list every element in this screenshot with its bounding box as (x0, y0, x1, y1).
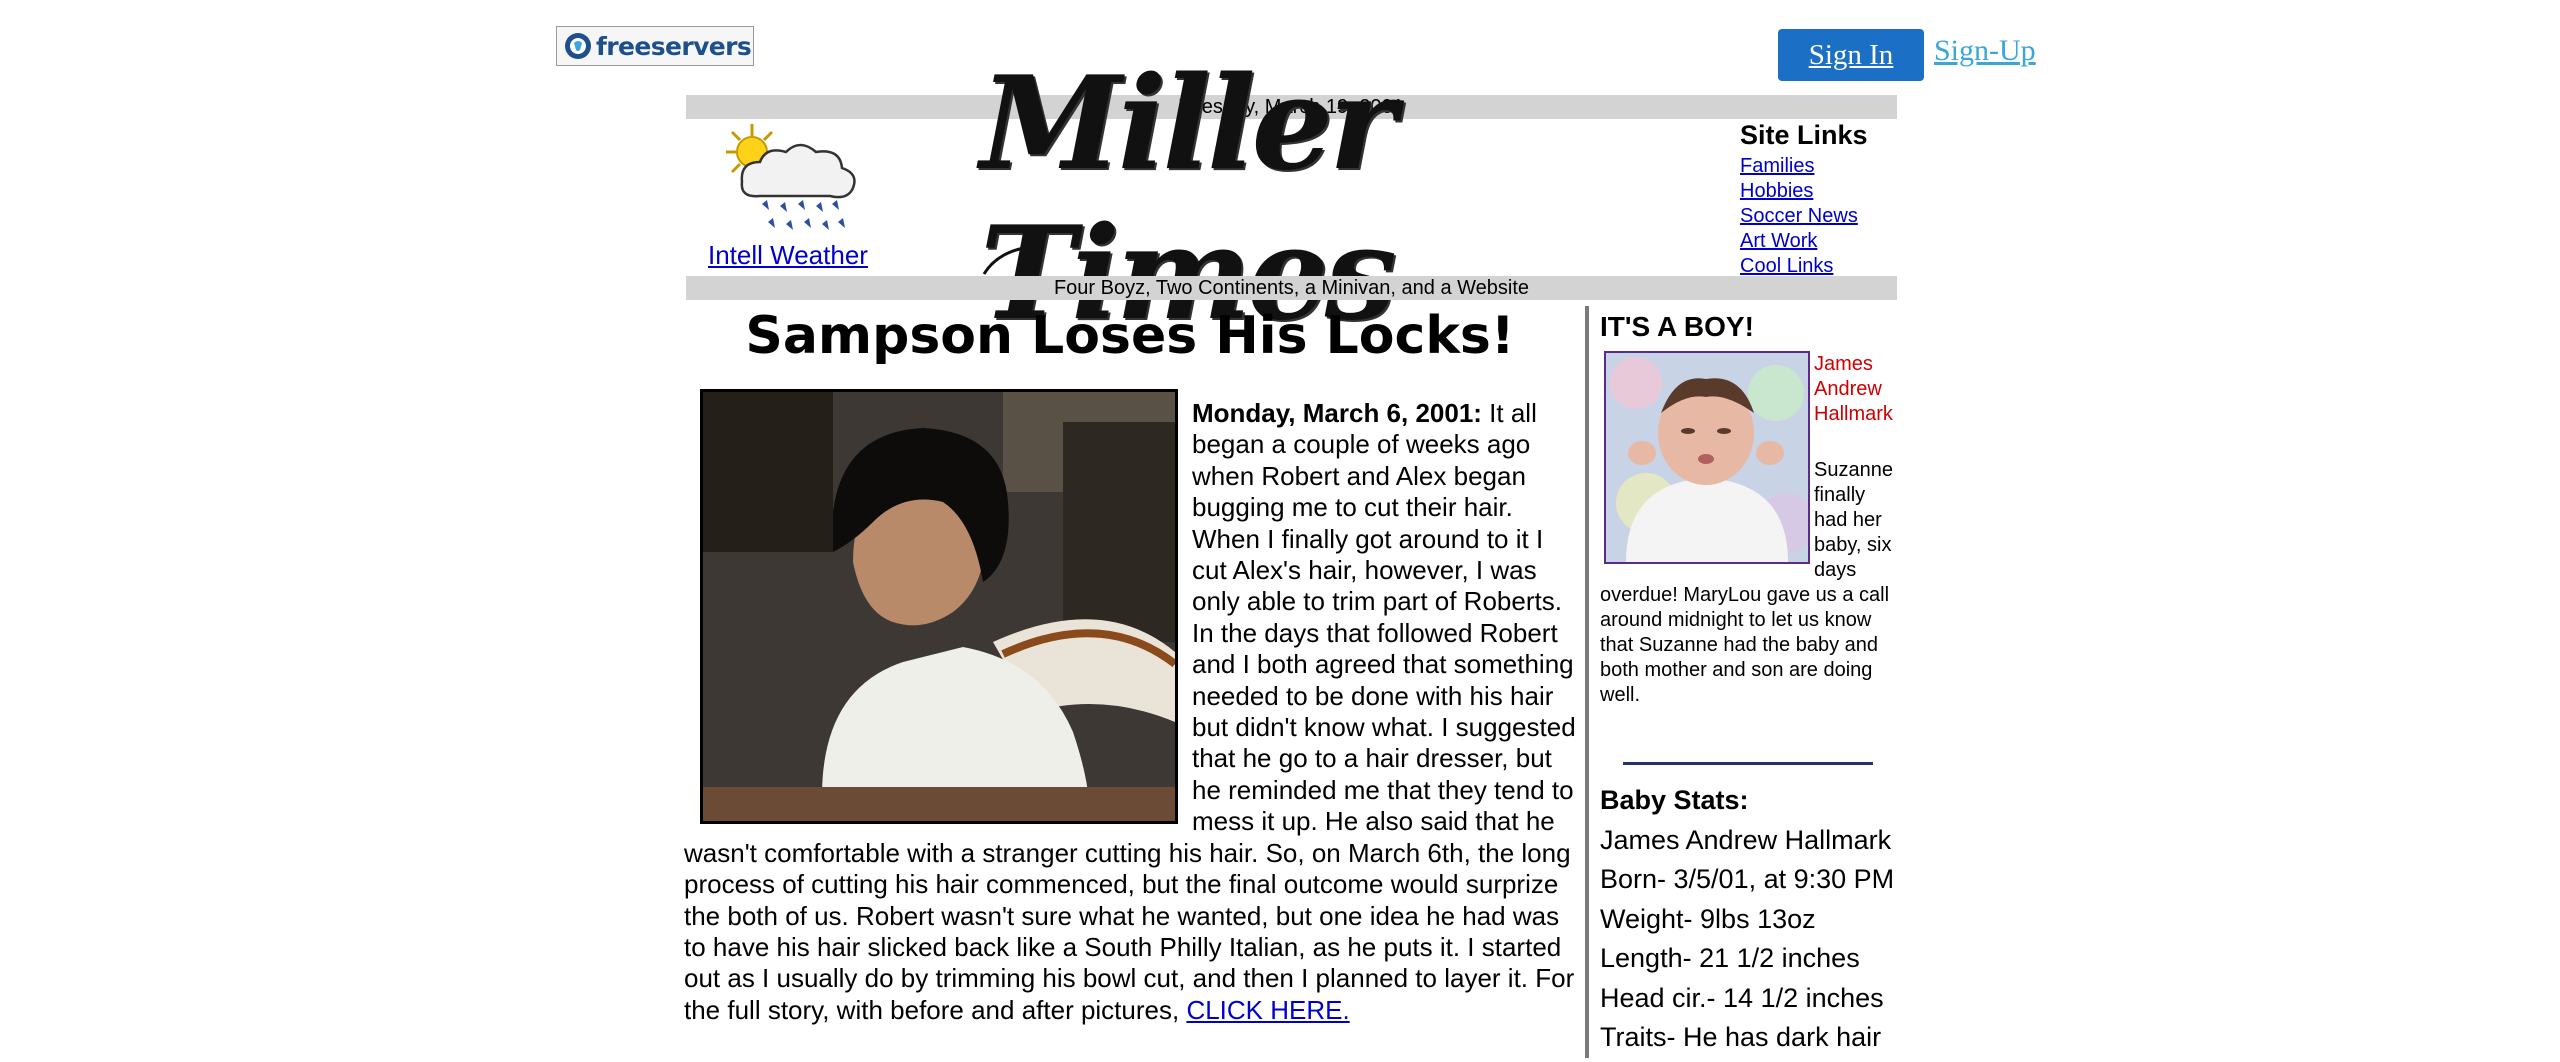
newborn-image (1606, 353, 1808, 562)
site-links-heading: Site Links (1740, 120, 1868, 150)
tagline-bar: Four Boyz, Two Continents, a Minivan, an… (686, 276, 1897, 300)
newspaper-title: Miller Times (980, 49, 1397, 349)
baby-stats-heading: Baby Stats: (1600, 785, 1749, 815)
site-link-soccer-news[interactable]: Soccer News (1740, 204, 1868, 229)
site-link-families[interactable]: Families (1740, 154, 1868, 179)
sidebar-heading: IT'S A BOY! (1600, 311, 1754, 342)
article-dateline: Monday, March 6, 2001: (1192, 398, 1482, 428)
freeservers-logo-icon (565, 33, 591, 59)
sign-in-button[interactable]: Sign In (1778, 29, 1924, 81)
teen-portrait-image (703, 392, 1175, 821)
click-here-link[interactable]: CLICK HERE. (1186, 995, 1349, 1025)
site-links: Site Links Families Hobbies Soccer News … (1740, 120, 1868, 279)
weather-link[interactable]: Intell Weather (708, 240, 868, 271)
sign-up-link[interactable]: Sign-Up (1934, 34, 2036, 68)
baby-stat-traits: Traits- He has dark hair (1600, 1022, 1882, 1052)
weather-rain-sun-icon[interactable] (712, 122, 862, 242)
baby-stat-born: Born- 3/5/01, at 9:30 PM (1600, 864, 1895, 894)
title-swash-ornament (982, 244, 1041, 275)
baby-stat-name: James Andrew Hallmark (1600, 824, 1892, 855)
freeservers-logo-text: freeservers (596, 31, 752, 61)
column-divider (1585, 306, 1589, 1058)
baby-photo (1604, 351, 1810, 564)
site-link-art-work[interactable]: Art Work (1740, 229, 1868, 254)
article-headline: Sampson Loses His Locks! (745, 306, 1515, 366)
freeservers-logo[interactable]: freeservers (556, 26, 754, 66)
baby-stat-head: Head cir.- 14 1/2 inches (1600, 982, 1884, 1013)
site-link-hobbies[interactable]: Hobbies (1740, 179, 1868, 204)
article-photo (700, 389, 1178, 824)
sidebar-divider (1623, 762, 1873, 765)
baby-stat-weight: Weight- 9lbs 13oz (1600, 903, 1816, 934)
baby-stat-length: Length- 21 1/2 inches (1600, 943, 1860, 973)
baby-name: James Andrew Hallmark (1814, 353, 1893, 425)
baby-stats: Baby Stats: James Andrew Hallmark Born- … (1600, 781, 1894, 1058)
